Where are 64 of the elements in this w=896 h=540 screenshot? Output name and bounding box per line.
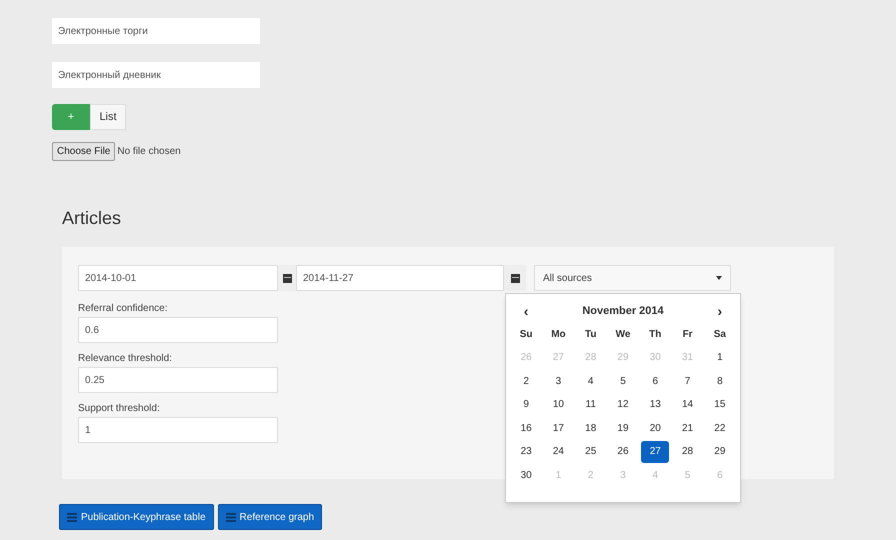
date-field[interactable]: 2014-11-27 — [296, 265, 504, 291]
calendar-icon — [282, 274, 292, 282]
calendar-day[interactable]: 21 — [674, 417, 702, 440]
weekday-label: We — [614, 328, 632, 342]
file-status: No file chosen — [117, 145, 181, 159]
calendar-day[interactable]: 20 — [641, 417, 670, 440]
calendar-day[interactable]: 3 — [544, 370, 572, 392]
calendar-day[interactable]: 14 — [674, 394, 702, 416]
calendar-day[interactable]: 6 — [641, 370, 670, 392]
calendar-day[interactable]: 1 — [706, 346, 734, 369]
calendar-button[interactable] — [278, 265, 296, 291]
weekday-label: Tu — [584, 328, 598, 342]
weekday-label: Fr — [682, 328, 694, 342]
field-label: Referral confidence: — [78, 302, 168, 316]
calendar-day[interactable]: 29 — [706, 440, 734, 463]
date-field[interactable]: 2014-10-01 — [78, 265, 278, 291]
calendar-day[interactable]: 19 — [608, 417, 637, 440]
calendar-day[interactable]: 9 — [512, 394, 540, 416]
field-label: Support threshold: — [78, 402, 160, 416]
calendar-day[interactable]: 2 — [512, 370, 540, 392]
next-month-button[interactable]: › — [704, 300, 736, 322]
text-field[interactable]: Электронный дневник — [52, 62, 260, 88]
calendar-day[interactable]: 10 — [544, 394, 572, 416]
calendar-day[interactable]: 25 — [576, 440, 605, 463]
weekday-label: Mo — [550, 328, 567, 342]
number-field[interactable]: 1 — [78, 417, 278, 443]
action-button[interactable]: Reference graph — [218, 504, 322, 530]
caret-icon — [716, 276, 722, 280]
calendar-day[interactable]: 23 — [512, 440, 540, 463]
list-button[interactable]: List — [90, 104, 126, 130]
previous-month-button[interactable]: ‹ — [510, 300, 542, 322]
number-field[interactable]: 0.6 — [78, 317, 278, 343]
calendar-day[interactable]: 7 — [674, 370, 702, 392]
calendar-icon — [510, 274, 520, 282]
calendar-day[interactable]: 8 — [706, 370, 734, 392]
source-select[interactable]: All sources — [534, 265, 731, 291]
calendar-day[interactable]: 18 — [576, 417, 605, 440]
calendar-day[interactable]: 30 — [512, 464, 540, 486]
calendar-day[interactable]: 26 — [608, 440, 637, 463]
calendar-day[interactable]: 22 — [706, 417, 734, 440]
calendar-day[interactable]: 28 — [674, 440, 702, 463]
calendar-day[interactable]: 15 — [706, 394, 734, 416]
number-field[interactable]: 0.25 — [78, 367, 278, 393]
calendar-day[interactable]: 16 — [512, 417, 540, 440]
weekday-label: Sa — [712, 328, 727, 342]
action-button[interactable]: Publication-Keyphrase table — [59, 504, 214, 530]
calendar-button[interactable] — [504, 265, 526, 291]
calendar-day[interactable]: 12 — [608, 394, 637, 416]
calendar-day[interactable]: 11 — [576, 394, 605, 416]
calendar-day[interactable]: 27 — [641, 440, 670, 463]
calendar-day[interactable]: 4 — [576, 370, 605, 392]
weekday-label: Th — [648, 328, 662, 342]
list-icon — [226, 512, 236, 522]
weekday-label: Su — [518, 328, 534, 342]
list-icon — [67, 512, 77, 522]
calendar-day[interactable]: 13 — [641, 394, 670, 416]
section-heading: Articles — [62, 207, 122, 230]
field-label: Relevance threshold: — [78, 352, 172, 366]
calendar-day[interactable]: 24 — [544, 440, 572, 463]
month-title: November 2014 — [581, 304, 665, 319]
calendar-day[interactable]: 17 — [544, 417, 572, 440]
choose-file-button[interactable]: Choose File — [52, 142, 116, 161]
text-field[interactable]: Электронные торги — [52, 18, 260, 44]
calendar-day[interactable]: 5 — [608, 370, 637, 392]
